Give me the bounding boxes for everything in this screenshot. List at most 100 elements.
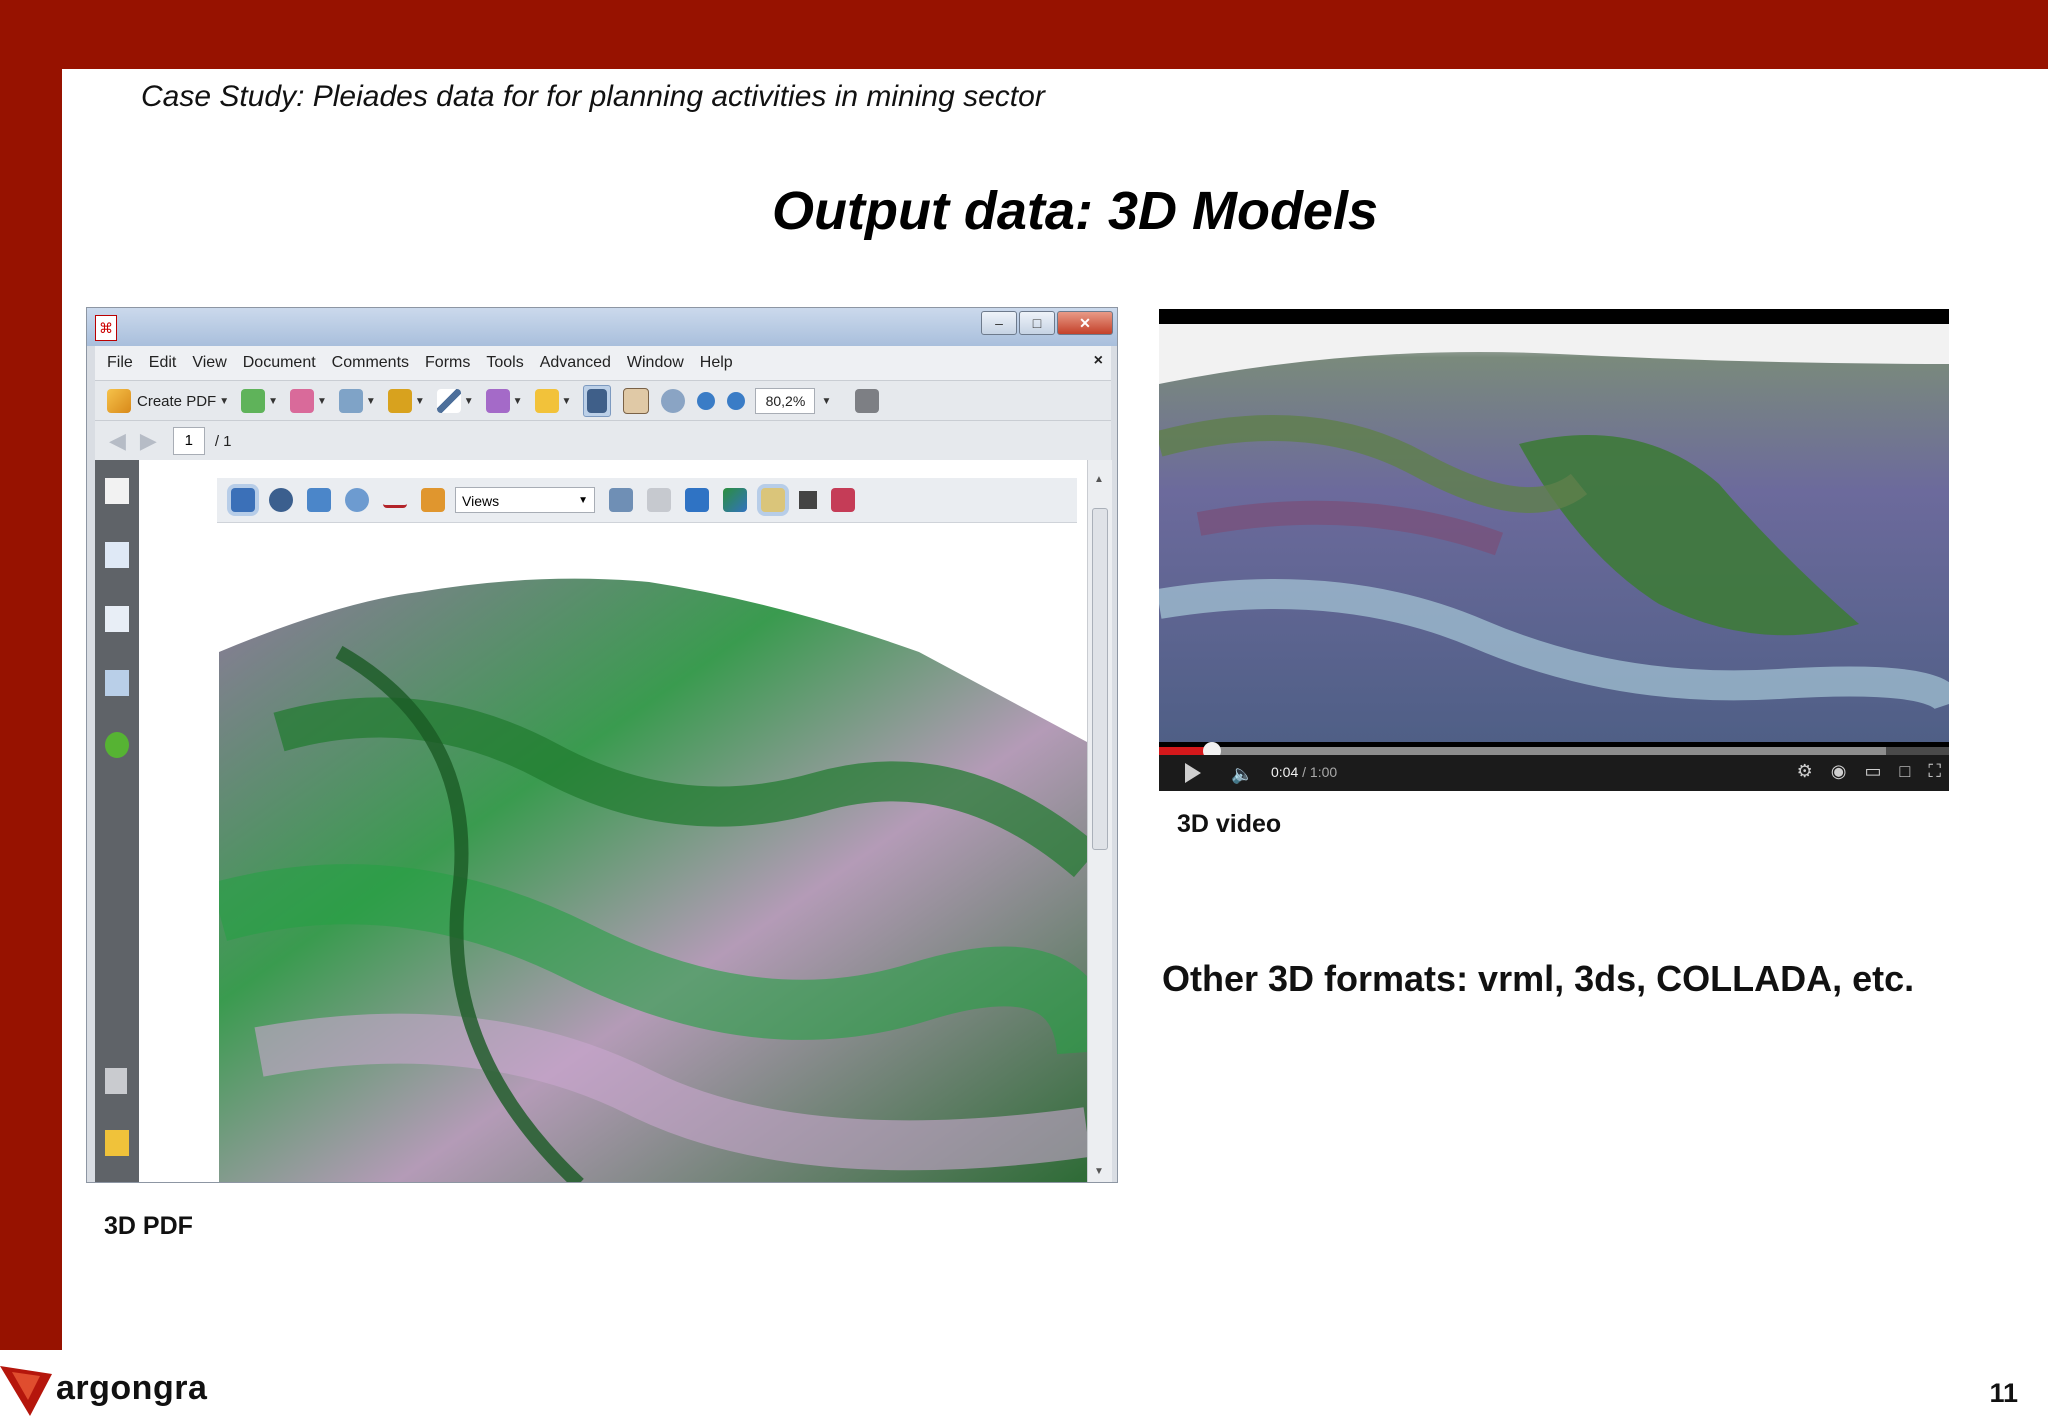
maximize-button[interactable]: □ <box>1019 311 1055 335</box>
scroll-up-icon[interactable]: ▲ <box>1094 474 1104 485</box>
collaborate-button[interactable]: ▼ <box>290 389 327 413</box>
snapshot-button[interactable] <box>855 389 880 413</box>
menu-edit[interactable]: Edit <box>149 354 177 372</box>
video-frame[interactable] <box>1159 324 1949 742</box>
buffered-bar <box>1159 747 1886 755</box>
cross-section-icon[interactable] <box>831 488 855 512</box>
rotate-icon[interactable] <box>231 488 255 512</box>
volume-icon[interactable]: 🔈 <box>1231 764 1253 785</box>
next-page-icon[interactable]: ▶ <box>140 428 157 454</box>
create-pdf-button[interactable]: Create PDF ▼ <box>107 389 229 413</box>
lock-icon <box>387 389 412 413</box>
measure-icon[interactable] <box>383 493 407 508</box>
3d-terrain-model[interactable] <box>219 532 1087 1183</box>
spin-icon[interactable] <box>269 488 293 512</box>
pan-icon[interactable] <box>307 488 331 512</box>
sign-button[interactable]: ▼ <box>436 389 474 413</box>
zoom-in-button[interactable] <box>727 392 746 410</box>
vertical-scrollbar[interactable]: ▲ ▼ <box>1087 460 1112 1182</box>
window-titlebar: ⌘ – □ ✕ <box>87 308 1117 346</box>
menu-document[interactable]: Document <box>243 354 316 372</box>
animation-play-icon[interactable] <box>647 488 671 512</box>
page-nav-toolbar: ◀ ▶ 1 / 1 <box>95 420 1111 462</box>
chevron-down-icon: ▼ <box>512 395 523 407</box>
zoom-3d-icon[interactable] <box>345 488 369 512</box>
select-tool-button[interactable] <box>583 385 612 417</box>
create-pdf-label: Create PDF <box>137 392 217 410</box>
scroll-down-icon[interactable]: ▼ <box>1094 1166 1104 1177</box>
zoom-dropdown-icon[interactable]: ▼ <box>821 396 831 407</box>
chevron-down-icon: ▼ <box>219 395 230 407</box>
model-tree-toggle-icon[interactable] <box>609 488 633 512</box>
help-icon[interactable] <box>105 732 129 758</box>
watch-later-icon[interactable]: ◉ <box>1831 761 1847 782</box>
gear-icon[interactable]: ⚙ <box>1797 761 1813 782</box>
model-tree-icon[interactable] <box>105 670 129 696</box>
menu-window[interactable]: Window <box>627 354 684 372</box>
collaborate-icon <box>290 389 315 413</box>
menu-view[interactable]: View <box>192 354 226 372</box>
menu-forms[interactable]: Forms <box>425 354 470 372</box>
lighting-icon[interactable] <box>761 488 785 512</box>
page-number: 11 <box>1989 1378 2018 1408</box>
menu-file[interactable]: File <box>107 354 133 372</box>
menu-close-icon[interactable]: × <box>1094 352 1103 370</box>
camera-icon <box>855 389 880 413</box>
time-display: 0:04 / 1:00 <box>1271 764 1337 780</box>
previous-page-icon[interactable]: ◀ <box>109 428 126 454</box>
menu-help[interactable]: Help <box>700 354 733 372</box>
menu-tools[interactable]: Tools <box>486 354 523 372</box>
attachments-icon[interactable] <box>105 1068 127 1094</box>
review-button[interactable]: ▼ <box>534 389 571 413</box>
video-player[interactable]: 🔈 0:04 / 1:00 ⚙ ◉ ▭ □ ⛶ <box>1159 309 1949 791</box>
chevron-down-icon: ▼ <box>463 395 474 407</box>
combine-button[interactable]: ▼ <box>241 389 278 413</box>
forms-button[interactable]: ▼ <box>485 389 523 413</box>
menu-comments[interactable]: Comments <box>332 354 409 372</box>
small-player-icon[interactable]: ▭ <box>1865 761 1882 782</box>
comments-icon[interactable] <box>105 1130 129 1156</box>
combine-icon <box>241 389 266 413</box>
progress-bar[interactable] <box>1159 742 1949 760</box>
fullscreen-icon[interactable]: ⛶ <box>1928 761 1941 782</box>
hand-tool-button[interactable] <box>623 388 650 414</box>
secure-button[interactable]: ▼ <box>387 389 425 413</box>
background-color-icon[interactable] <box>799 491 817 509</box>
menu-bar: File Edit View Document Comments Forms T… <box>95 346 1111 380</box>
chevron-down-icon: ▼ <box>268 395 279 407</box>
views-dropdown[interactable]: Views ▼ <box>455 487 595 513</box>
menu-advanced[interactable]: Advanced <box>540 354 611 372</box>
zoom-out-button[interactable] <box>697 392 716 410</box>
pages-icon[interactable] <box>105 478 129 504</box>
home-view-icon[interactable] <box>421 488 445 512</box>
chevron-down-icon: ▼ <box>414 395 425 407</box>
3d-toolbar: Views ▼ <box>217 478 1077 523</box>
marquee-zoom-button[interactable] <box>661 389 686 413</box>
chevron-down-icon: ▼ <box>578 495 588 506</box>
close-window-button[interactable]: ✕ <box>1057 311 1113 335</box>
signatures-icon[interactable] <box>105 606 129 632</box>
hand-icon <box>623 388 650 414</box>
page-total-label: / 1 <box>214 432 232 450</box>
scroll-thumb[interactable] <box>1092 508 1108 850</box>
text-select-icon <box>587 389 608 413</box>
document-page: Views ▼ <box>139 460 1087 1183</box>
large-player-icon[interactable]: □ <box>1900 761 1911 782</box>
views-label: Views <box>462 493 500 509</box>
main-toolbar: Create PDF ▼ ▼ ▼ ▼ ▼ ▼ ▼ ▼ 80,2% ▼ <box>95 380 1111 421</box>
comment-bubble-icon <box>534 389 559 413</box>
play-icon[interactable] <box>1185 763 1201 783</box>
video-controls: 🔈 0:04 / 1:00 ⚙ ◉ ▭ □ ⛶ <box>1159 755 1949 791</box>
page-number-field[interactable]: 1 <box>172 427 205 455</box>
minimize-button[interactable]: – <box>981 311 1017 335</box>
zoom-level-field[interactable]: 80,2% <box>755 388 816 414</box>
chevron-down-icon: ▼ <box>317 395 327 407</box>
logo-mark-icon <box>0 1366 52 1416</box>
export-button[interactable]: ▼ <box>338 389 376 413</box>
cube-icon[interactable] <box>685 488 709 512</box>
navigation-panel <box>95 460 139 1182</box>
bookmarks-icon[interactable] <box>105 542 129 568</box>
pdf-viewer-window: ⌘ – □ ✕ File Edit View Document Comments… <box>86 307 1118 1183</box>
render-mode-icon[interactable] <box>723 488 747 512</box>
slide-subtitle: Case Study: Pleiades data for for planni… <box>141 80 1045 113</box>
